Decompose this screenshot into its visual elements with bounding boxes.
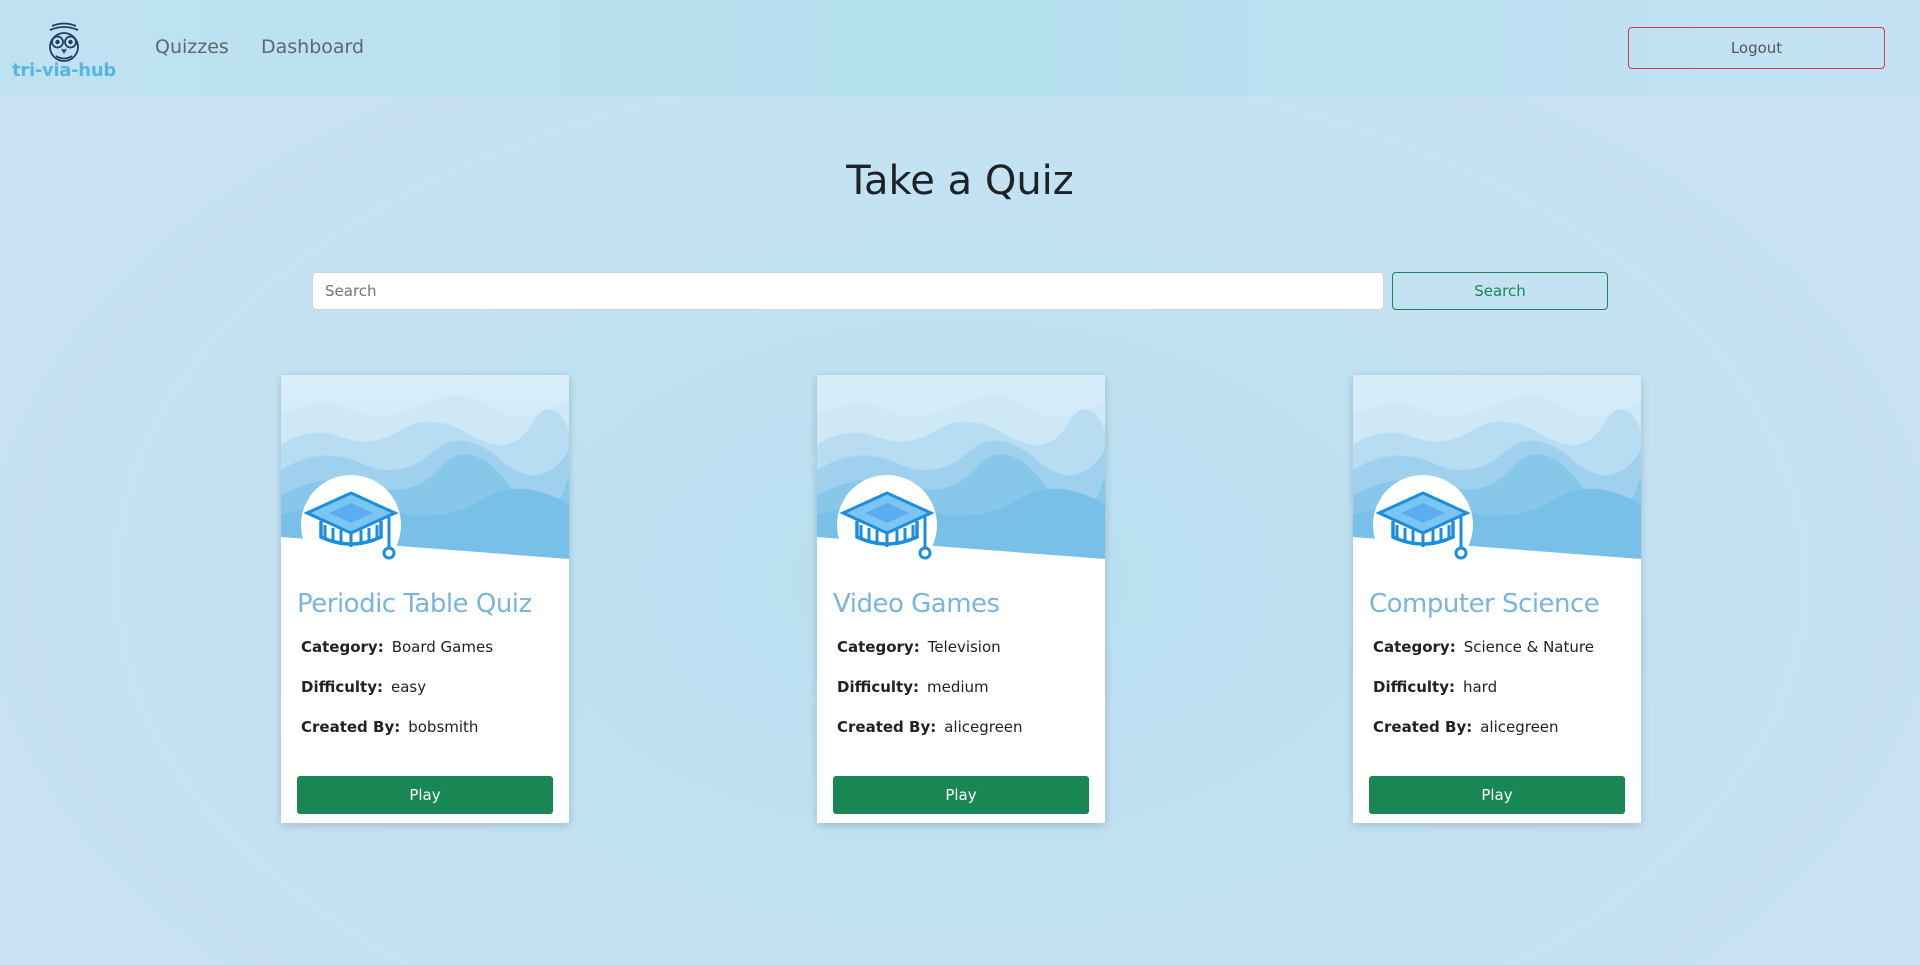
graduation-cap-avatar [837, 475, 937, 575]
brand-name: tri-via-hub [12, 60, 116, 81]
quiz-creator-row: Created By: alicegreen [1373, 718, 1559, 736]
quiz-difficulty: medium [926, 678, 989, 696]
nav-link-quizzes[interactable]: Quizzes [155, 36, 229, 58]
quiz-difficulty-row: Difficulty: hard [1373, 678, 1497, 696]
graduation-cap-icon [303, 491, 399, 560]
page-title: Take a Quiz [846, 158, 1074, 204]
quiz-category: Board Games [391, 638, 494, 656]
top-navbar: tri-via-hub Quizzes Dashboard Logout [0, 0, 1920, 96]
graduation-cap-icon [1375, 491, 1471, 560]
quiz-card: Computer Science Category: Science & Natu… [1353, 375, 1641, 823]
difficulty-label: Difficulty: [1373, 678, 1455, 696]
quiz-title: Computer Science [1369, 589, 1600, 619]
difficulty-label: Difficulty: [837, 678, 919, 696]
quiz-card: Video Games Category: Television Difficul… [817, 375, 1105, 823]
logout-button[interactable]: Logout [1628, 27, 1885, 69]
difficulty-label: Difficulty: [301, 678, 383, 696]
quiz-category: Science & Nature [1463, 638, 1594, 656]
category-label: Category: [837, 638, 920, 656]
quiz-difficulty: hard [1462, 678, 1498, 696]
play-button[interactable]: Play [1369, 776, 1625, 814]
nav-link-dashboard[interactable]: Dashboard [261, 36, 364, 58]
quiz-creator: bobsmith [408, 718, 479, 736]
quiz-difficulty-row: Difficulty: medium [837, 678, 989, 696]
quiz-creator: alicegreen [944, 718, 1023, 736]
graduation-cap-icon [839, 491, 935, 560]
quiz-category-row: Category: Television [837, 638, 1001, 656]
quiz-category: Television [927, 638, 1001, 656]
quiz-title: Video Games [833, 589, 1000, 619]
quiz-category-row: Category: Science & Nature [1373, 638, 1594, 656]
graduation-cap-avatar [301, 475, 401, 575]
search-input[interactable] [312, 272, 1384, 310]
brand-logo[interactable]: tri-via-hub [10, 20, 118, 86]
quiz-card: Periodic Table Quiz Category: Board Games… [281, 375, 569, 823]
quiz-title: Periodic Table Quiz [297, 589, 532, 619]
created-by-label: Created By: [1373, 718, 1473, 736]
quiz-creator-row: Created By: alicegreen [837, 718, 1023, 736]
quiz-category-row: Category: Board Games [301, 638, 493, 656]
search-button[interactable]: Search [1392, 272, 1608, 310]
category-label: Category: [1373, 638, 1456, 656]
created-by-label: Created By: [837, 718, 937, 736]
created-by-label: Created By: [301, 718, 401, 736]
graduation-cap-avatar [1373, 475, 1473, 575]
play-button[interactable]: Play [833, 776, 1089, 814]
owl-icon [49, 22, 79, 62]
quiz-creator: alicegreen [1480, 718, 1559, 736]
quiz-difficulty: easy [390, 678, 427, 696]
quiz-difficulty-row: Difficulty: easy [301, 678, 426, 696]
play-button[interactable]: Play [297, 776, 553, 814]
category-label: Category: [301, 638, 384, 656]
quiz-creator-row: Created By: bobsmith [301, 718, 478, 736]
